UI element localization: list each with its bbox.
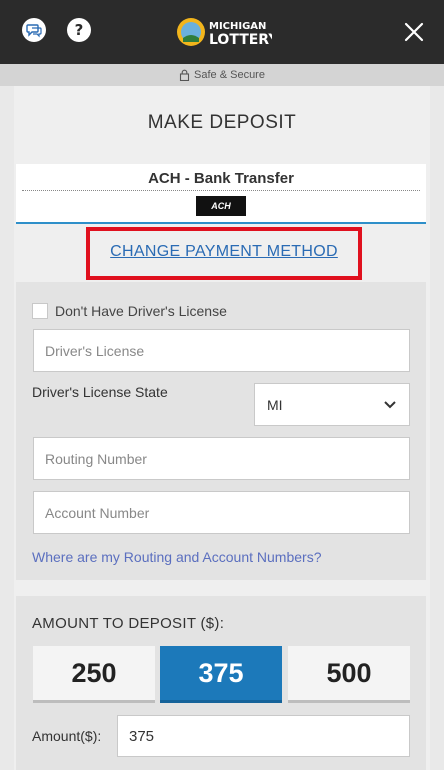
page-title: MAKE DEPOSIT xyxy=(147,112,297,133)
amount-input-label: Amount($): xyxy=(32,728,102,744)
close-icon[interactable] xyxy=(402,20,426,44)
top-bar: ? MICHIGAN LOTTERY xyxy=(0,0,444,64)
amount-input[interactable]: 375 xyxy=(117,715,410,757)
michigan-lottery-logo: MICHIGAN LOTTERY xyxy=(176,12,279,52)
amount-heading: AMOUNT TO DEPOSIT ($): xyxy=(32,615,225,632)
secure-text: Safe & Secure xyxy=(194,69,265,81)
state-value: MI xyxy=(267,396,283,413)
state-label: Driver's License State xyxy=(32,384,168,400)
svg-text:MICHIGAN: MICHIGAN xyxy=(209,21,266,32)
account-number-input[interactable]: Account Number xyxy=(33,491,410,534)
secure-banner: Safe & Secure xyxy=(0,64,444,86)
divider xyxy=(22,190,420,191)
no-license-row[interactable]: Don't Have Driver's License xyxy=(32,303,227,319)
ach-logo: ACH xyxy=(196,196,246,216)
help-icon[interactable]: ? xyxy=(67,18,91,42)
chevron-down-icon xyxy=(384,401,396,409)
drivers-license-input[interactable]: Driver's License xyxy=(33,329,410,372)
routing-number-input[interactable]: Routing Number xyxy=(33,437,410,480)
lock-icon xyxy=(179,69,190,81)
no-license-label: Don't Have Driver's License xyxy=(55,303,227,319)
state-select[interactable]: MI xyxy=(254,383,410,426)
amount-option-250[interactable]: 250 xyxy=(33,646,155,703)
change-payment-method-link[interactable]: CHANGE PAYMENT METHOD xyxy=(86,243,362,261)
bank-details-panel xyxy=(16,282,426,580)
amount-option-500[interactable]: 500 xyxy=(288,646,410,703)
amount-option-375-selected[interactable]: 375 xyxy=(160,646,282,703)
payment-method-name: ACH - Bank Transfer xyxy=(148,170,294,187)
routing-help-link[interactable]: Where are my Routing and Account Numbers… xyxy=(32,549,321,565)
no-license-checkbox[interactable] xyxy=(32,303,48,319)
payment-method-box: ACH - Bank Transfer ACH xyxy=(16,164,426,224)
svg-text:LOTTERY: LOTTERY xyxy=(209,32,272,48)
chat-icon[interactable] xyxy=(22,18,46,42)
